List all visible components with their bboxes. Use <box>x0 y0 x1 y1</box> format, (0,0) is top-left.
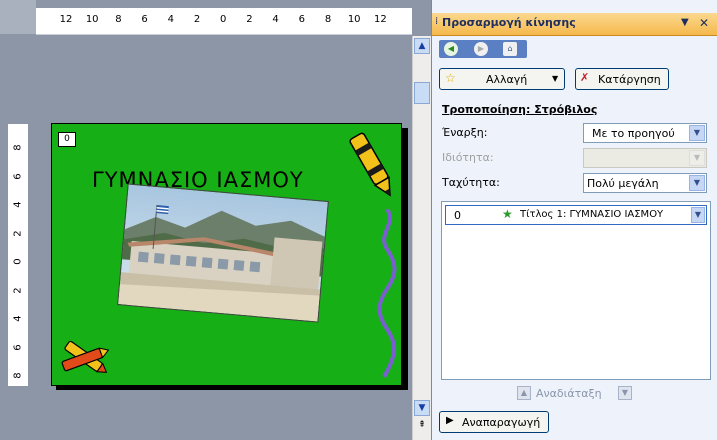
reorder-label: Αναδιάταξη <box>536 387 602 400</box>
chevron-down-icon[interactable]: ▼ <box>689 125 705 141</box>
move-down-icon[interactable]: ▼ <box>618 386 632 400</box>
ruler-label: 2 <box>193 14 201 25</box>
speed-label: Ταχύτητα: <box>442 176 500 189</box>
play-button[interactable]: ▶ Αναπαραγωγή <box>439 411 549 433</box>
ruler-label: 4 <box>167 14 174 25</box>
remove-effect-button[interactable]: ✗ Κατάργηση <box>575 68 669 90</box>
ruler-label: 12 <box>374 14 387 25</box>
play-label: Αναπαραγωγή <box>462 416 541 429</box>
change-effect-label: Αλλαγή <box>486 73 528 86</box>
start-label: Έναρξη: <box>442 126 488 139</box>
speed-value: Πολύ μεγάλη <box>587 177 659 190</box>
slide-canvas[interactable]: 0 ΓΥΜΝΑΣΙΟ ΙΑΣΜΟΥ <box>51 123 402 386</box>
ruler-label: 4 <box>12 201 24 208</box>
ruler-label: 6 <box>141 14 148 25</box>
pane-top-strip <box>432 0 717 13</box>
ruler-label: 2 <box>12 229 24 237</box>
chevron-down-icon: ▼ <box>689 150 705 166</box>
school-photo[interactable] <box>117 183 329 323</box>
property-label: Ιδιότητα: <box>442 151 494 164</box>
home-icon[interactable]: ⌂ <box>503 42 517 56</box>
ruler-label: 10 <box>85 14 99 25</box>
chevron-down-icon[interactable]: ▼ <box>689 175 705 191</box>
list-item-label: Τίτλος 1: ΓΥΜΝΑΣΙΟ ΙΑΣΜΟΥ <box>520 209 664 220</box>
grip-icon[interactable]: ⁞ <box>435 16 438 27</box>
scroll-thumb[interactable] <box>414 82 430 104</box>
pane-header: ⁞ Προσαρμογή κίνησης ▼ ✕ <box>432 13 717 36</box>
ruler-label: 4 <box>272 14 279 25</box>
effect-star-icon: ★ <box>502 207 513 221</box>
star-icon: ☆ <box>445 71 456 85</box>
ruler-label: 8 <box>324 14 332 25</box>
scroll-down-icon[interactable]: ▼ <box>414 400 430 416</box>
ruler-label: 10 <box>347 14 361 25</box>
slide-title[interactable]: ΓΥΜΝΑΣΙΟ ΙΑΣΜΟΥ <box>92 168 304 192</box>
wavy-line-icon[interactable] <box>372 209 402 379</box>
ruler-label: 0 <box>12 258 24 265</box>
ruler-label: 0 <box>220 14 227 25</box>
crayons-icon[interactable] <box>54 334 114 384</box>
ruler-label: 6 <box>298 14 305 25</box>
chevron-down-icon[interactable]: ▼ <box>691 207 705 223</box>
vertical-ruler: 8 6 4 2 0 2 4 6 8 <box>8 124 28 386</box>
forward-icon[interactable]: ▶ <box>474 42 488 56</box>
ruler-corner <box>0 0 36 34</box>
ruler-label: 8 <box>12 144 24 151</box>
move-up-icon[interactable]: ▲ <box>517 386 531 400</box>
list-item-number: 0 <box>454 209 461 222</box>
scroll-up-icon[interactable]: ▲ <box>414 38 430 54</box>
slide-editor: 12 10 8 6 4 2 0 2 4 6 8 10 12 8 6 4 2 0 2 4 6 8 0 ΓΥΜΝΑΣΙΟ Ι… <box>0 0 431 440</box>
crayon-icon[interactable] <box>344 124 399 204</box>
change-effect-button[interactable]: ☆ Αλλαγή ▼ <box>439 68 565 90</box>
previous-slide-icon[interactable]: ⇞ <box>414 418 430 434</box>
remove-effect-label: Κατάργηση <box>598 73 661 86</box>
pane-navigation: ◀ ▶ ⌂ <box>439 40 527 58</box>
back-icon[interactable]: ◀ <box>444 42 458 56</box>
ruler-label: 6 <box>12 172 24 180</box>
custom-animation-pane: ⁞ Προσαρμογή κίνησης ▼ ✕ ◀ ▶ ⌂ ☆ Αλλαγή … <box>431 0 717 440</box>
play-icon: ▶ <box>446 415 454 426</box>
animation-order-tag[interactable]: 0 <box>58 132 76 147</box>
chevron-down-icon: ▼ <box>552 74 559 83</box>
speed-select[interactable]: Πολύ μεγάλη ▼ <box>583 173 707 193</box>
property-select: ▼ <box>583 148 707 168</box>
vertical-scrollbar[interactable]: ▲ ▼ ⇞ <box>412 36 431 440</box>
ruler-label: 8 <box>12 372 24 379</box>
horizontal-ruler: 12 10 8 6 4 2 0 2 4 6 8 10 12 <box>36 8 412 35</box>
animation-list[interactable]: 0 ★ Τίτλος 1: ΓΥΜΝΑΣΙΟ ΙΑΣΜΟΥ ▼ <box>441 201 711 380</box>
start-select[interactable]: Με το προηγού ▼ <box>583 123 707 143</box>
remove-star-icon: ✗ <box>580 71 590 84</box>
pane-title: Προσαρμογή κίνησης <box>442 16 576 29</box>
modify-heading: Τροποποίηση: Στρόβιλος <box>442 103 598 116</box>
list-item[interactable]: 0 ★ Τίτλος 1: ΓΥΜΝΑΣΙΟ ΙΑΣΜΟΥ ▼ <box>445 205 707 225</box>
ruler-label: 2 <box>12 286 24 294</box>
start-value: Με το προηγού <box>592 127 675 140</box>
ruler-label: 8 <box>115 14 122 25</box>
ruler-label: 12 <box>59 14 73 25</box>
school-photo-image <box>118 184 328 322</box>
ruler-label: 4 <box>12 315 24 322</box>
ruler-label: 2 <box>246 14 253 25</box>
close-icon[interactable]: ✕ <box>699 16 709 30</box>
ruler-label: 6 <box>12 343 24 351</box>
pane-menu-icon[interactable]: ▼ <box>681 17 689 28</box>
